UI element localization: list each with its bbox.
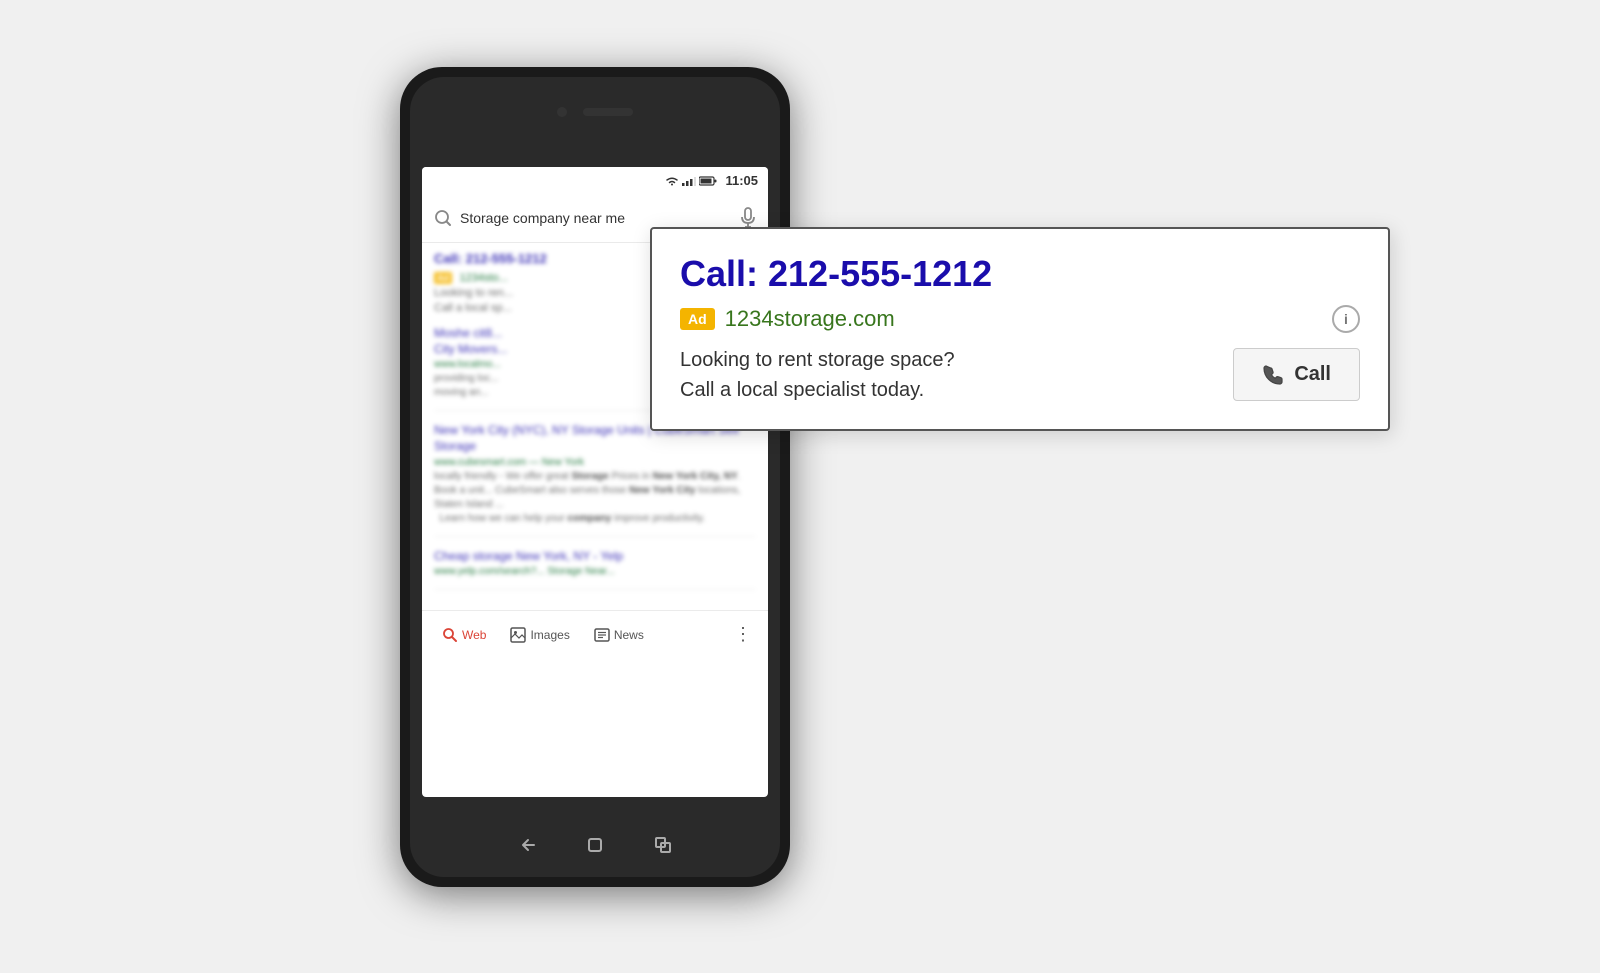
ad-url-short: 1234sto... — [459, 272, 507, 284]
phone-camera-area — [557, 107, 633, 117]
tab-web-label: Web — [462, 628, 486, 642]
scene: 11:05 Storage company near me — [350, 47, 1250, 927]
phone-inner: 11:05 Storage company near me — [410, 77, 780, 877]
ad-card-info-button[interactable]: i — [1332, 305, 1360, 333]
speaker-grill — [583, 108, 633, 116]
home-icon — [583, 833, 607, 857]
camera-dot — [557, 107, 567, 117]
tab-images-label: Images — [530, 628, 569, 642]
call-button[interactable]: Call — [1233, 348, 1360, 401]
phone-nav-buttons — [513, 831, 677, 859]
tab-more[interactable]: ⋮ — [726, 616, 760, 653]
ad-card-badge: Ad — [680, 308, 715, 330]
result-2: New York City (NYC), NY Storage Units | … — [434, 423, 756, 536]
back-button[interactable] — [513, 831, 541, 859]
images-icon — [510, 627, 526, 643]
search-query: Storage company near me — [460, 210, 732, 226]
result-2-url: www.cubesmart.com — New York — [434, 457, 756, 468]
status-bar: 11:05 — [422, 167, 768, 195]
signal-icon — [682, 176, 696, 186]
news-icon — [594, 627, 610, 643]
call-button-label: Call — [1294, 363, 1331, 386]
mic-icon[interactable] — [740, 207, 756, 229]
status-time: 11:05 — [725, 173, 758, 188]
web-search-icon — [442, 627, 458, 643]
tab-images[interactable]: Images — [498, 619, 581, 651]
google-g-icon — [434, 209, 452, 227]
ad-card-header: Ad 1234storage.com i — [680, 305, 1360, 333]
result-3-title: Cheap storage New York, NY - Yelp — [434, 549, 756, 565]
status-icons — [665, 176, 717, 186]
result-3-url: www.yelp.com/search?... Storage Near... — [434, 566, 756, 577]
phone-device: 11:05 Storage company near me — [400, 67, 790, 887]
ad-card-description: Looking to rent storage space? Call a lo… — [680, 345, 955, 405]
ad-card-url: 1234storage.com — [725, 306, 895, 332]
home-button[interactable] — [581, 831, 609, 859]
wifi-icon — [665, 176, 679, 186]
ad-badge: Ad — [434, 272, 452, 284]
ad-card-body: Looking to rent storage space? Call a lo… — [680, 345, 1360, 405]
tab-news[interactable]: News — [582, 619, 656, 651]
tab-news-label: News — [614, 628, 644, 642]
result-3: Cheap storage New York, NY - Yelp www.ye… — [434, 549, 756, 591]
call-phone-icon — [1262, 364, 1284, 386]
bottom-tabs: Web Images — [422, 610, 768, 658]
tab-web[interactable]: Web — [430, 619, 498, 651]
back-icon — [515, 833, 539, 857]
ad-card-phone-number: Call: 212-555-1212 — [680, 253, 1360, 295]
battery-icon — [699, 176, 717, 186]
ad-card-expanded: Call: 212-555-1212 Ad 1234storage.com i … — [650, 227, 1390, 431]
recents-icon — [651, 833, 675, 857]
result-2-desc: locally friendly - We offer great Storag… — [434, 470, 756, 526]
recents-button[interactable] — [649, 831, 677, 859]
